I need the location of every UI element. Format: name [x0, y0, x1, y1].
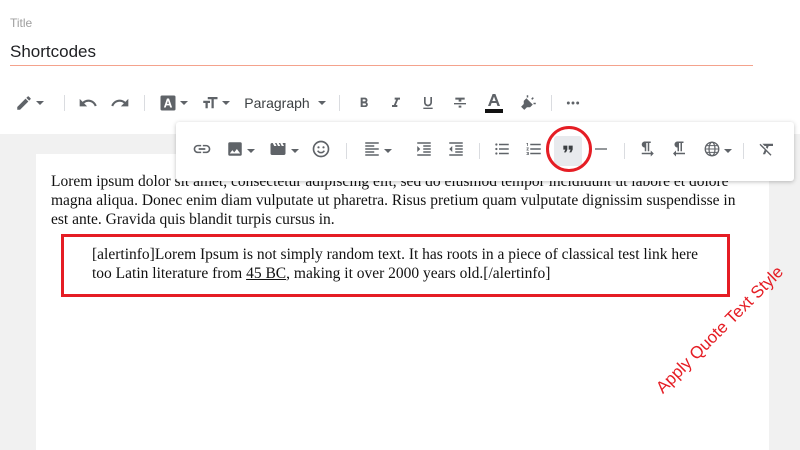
horizontal-rule-icon — [593, 141, 609, 162]
chevron-down-icon — [290, 149, 299, 153]
rtl-button[interactable] — [668, 136, 690, 166]
bulleted-list-icon — [493, 140, 511, 163]
underline-icon — [420, 95, 436, 111]
toolbar-divider — [479, 143, 480, 159]
toolbar-divider — [144, 95, 145, 111]
chevron-down-icon — [179, 101, 188, 105]
strikethrough-button[interactable] — [449, 86, 471, 120]
toolbar-divider — [346, 143, 347, 159]
strikethrough-icon — [452, 95, 468, 111]
rtl-icon — [670, 140, 688, 163]
link-button[interactable] — [189, 136, 215, 166]
pen-icon — [15, 94, 33, 112]
chevron-down-icon — [317, 101, 326, 105]
undo-icon — [78, 93, 98, 113]
language-button[interactable] — [700, 136, 734, 166]
text-size-icon — [201, 94, 219, 112]
chevron-down-icon — [383, 149, 392, 153]
language-icon — [703, 140, 721, 163]
alertinfo-shortcode-block[interactable]: [alertinfo]Lorem Ipsum is not simply ran… — [92, 245, 712, 283]
highlight-button[interactable] — [516, 86, 540, 120]
toolbar-divider — [743, 143, 744, 159]
chevron-down-icon — [221, 101, 230, 105]
chevron-down-icon — [246, 149, 255, 153]
toolbar-divider — [551, 95, 552, 111]
quote-icon — [560, 141, 576, 162]
video-button[interactable] — [266, 136, 300, 166]
emoji-button[interactable] — [308, 136, 334, 166]
more-button[interactable] — [562, 86, 584, 120]
link-icon — [192, 139, 212, 164]
font-color-icon — [159, 94, 177, 112]
chevron-down-icon — [35, 101, 44, 105]
image-button[interactable] — [224, 136, 256, 166]
block-format-label: Paragraph — [244, 95, 310, 111]
numbered-list-icon — [525, 140, 543, 163]
text-size-button[interactable] — [198, 86, 232, 120]
horizontal-rule-button[interactable] — [590, 136, 612, 166]
indent-button[interactable] — [412, 136, 436, 166]
title-label: Title — [10, 16, 33, 30]
quote-button[interactable] — [554, 136, 582, 166]
pen-tool-button[interactable] — [12, 86, 46, 120]
shortcode-text-end: , making it over 2000 years old.[/alerti… — [286, 265, 551, 282]
align-icon — [363, 140, 381, 163]
underline-button[interactable] — [417, 86, 439, 120]
ltr-button[interactable] — [636, 136, 658, 166]
shortcode-link[interactable]: 45 BC — [246, 265, 286, 282]
video-icon — [268, 140, 288, 163]
toolbar-divider — [339, 95, 340, 111]
image-icon — [226, 140, 244, 163]
outdent-button[interactable] — [444, 136, 468, 166]
ltr-icon — [638, 140, 656, 163]
more-icon — [565, 95, 581, 111]
undo-button[interactable] — [76, 86, 100, 120]
chevron-down-icon — [723, 149, 732, 153]
align-button[interactable] — [360, 136, 394, 166]
highlight-icon — [519, 94, 537, 112]
bold-icon — [356, 95, 372, 111]
numbered-list-button[interactable] — [522, 136, 546, 166]
insert-toolbar — [176, 122, 794, 181]
main-toolbar: Paragraph — [0, 86, 800, 120]
title-input[interactable]: Shortcodes — [10, 40, 753, 66]
indent-icon — [415, 140, 433, 163]
redo-button[interactable] — [108, 86, 132, 120]
toolbar-divider — [624, 143, 625, 159]
clear-format-icon — [758, 140, 776, 163]
emoji-icon — [311, 139, 331, 164]
redo-icon — [110, 93, 130, 113]
bulleted-list-button[interactable] — [490, 136, 514, 166]
text-color-button[interactable] — [481, 86, 507, 120]
text-color-icon — [484, 92, 504, 114]
toolbar-divider — [64, 95, 65, 111]
italic-icon — [388, 95, 404, 111]
block-format-select[interactable]: Paragraph — [242, 86, 328, 120]
font-color-button[interactable] — [156, 86, 190, 120]
bold-button[interactable] — [353, 86, 375, 120]
italic-button[interactable] — [385, 86, 407, 120]
clear-format-button[interactable] — [755, 136, 779, 166]
outdent-icon — [447, 140, 465, 163]
